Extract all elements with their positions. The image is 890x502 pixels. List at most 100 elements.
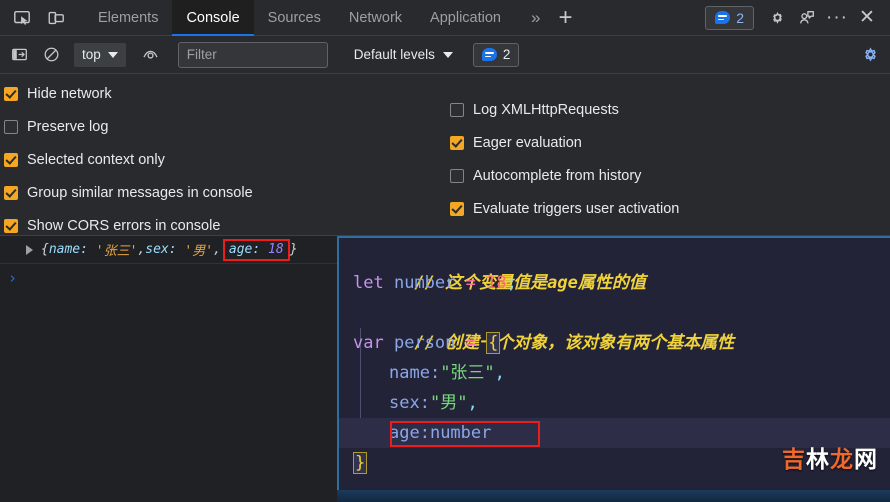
watermark-char-3: 龙 <box>830 447 854 473</box>
watermark-char-1: 吉 <box>782 447 806 473</box>
checkbox-checked-icon[interactable] <box>450 136 464 150</box>
object-value-age: 18 <box>268 241 284 257</box>
setting-eager-evaluation-label: Eager evaluation <box>473 135 582 151</box>
code-operator-assign: = <box>465 333 476 353</box>
setting-evaluate-triggers-label: Evaluate triggers user activation <box>473 201 680 217</box>
setting-hide-network[interactable]: Hide network <box>4 82 253 106</box>
code-open-brace: { <box>486 332 501 354</box>
object-open-brace: { <box>41 242 49 257</box>
setting-group-similar[interactable]: Group similar messages in console <box>4 181 253 205</box>
show-console-sidebar-icon[interactable] <box>6 42 32 68</box>
add-tab-icon[interactable]: + <box>550 0 580 36</box>
message-bubble-icon <box>481 48 497 61</box>
console-prompt-chevron-icon: › <box>8 269 18 287</box>
checkbox-unchecked-icon[interactable] <box>450 169 464 183</box>
setting-preserve-log[interactable]: Preserve log <box>4 115 253 139</box>
filter-input[interactable]: Filter <box>177 41 328 68</box>
device-toolbar-icon[interactable] <box>42 4 70 32</box>
object-key-name: name: <box>48 242 88 257</box>
tab-network-label: Network <box>348 9 403 26</box>
feedback-icon[interactable] <box>792 0 822 36</box>
object-key-sex: sex: <box>145 242 177 257</box>
code-line-prop-sex: sex:"男", <box>339 388 890 418</box>
code-var-number: number <box>393 273 456 293</box>
watermark-char-4: 网 <box>854 447 878 473</box>
code-line-let: let number = 18; <box>339 268 890 298</box>
checkbox-unchecked-icon[interactable] <box>4 120 18 134</box>
execution-context-selector[interactable]: top <box>74 42 126 67</box>
checkbox-checked-icon[interactable] <box>4 153 18 167</box>
setting-log-xhr[interactable]: Log XMLHttpRequests <box>450 98 679 122</box>
console-settings-gear-icon[interactable] <box>861 45 880 64</box>
tab-sources[interactable]: Sources <box>254 0 335 36</box>
settings-gear-icon[interactable] <box>762 0 792 36</box>
code-comma-2: , <box>467 393 478 413</box>
code-comma-1: , <box>494 363 505 383</box>
code-prop-key-age: age: <box>389 423 430 443</box>
setting-evaluate-triggers-user-activation[interactable]: Evaluate triggers user activation <box>450 197 679 221</box>
object-separator-2: , <box>213 242 221 257</box>
setting-eager-evaluation[interactable]: Eager evaluation <box>450 131 679 155</box>
checkbox-checked-icon[interactable] <box>4 87 18 101</box>
console-issues-count: 2 <box>502 47 511 62</box>
setting-preserve-log-label: Preserve log <box>27 119 109 135</box>
inspect-element-icon[interactable] <box>8 4 36 32</box>
devtools-window: Elements Console Sources Network Applica… <box>0 0 890 502</box>
log-levels-label: Default levels <box>353 47 435 62</box>
age-annotation-box: age: 18 <box>222 238 290 261</box>
tab-elements[interactable]: Elements <box>84 0 172 36</box>
code-operator-assign: = <box>465 273 476 293</box>
message-bubble-icon <box>715 11 731 24</box>
console-issues-badge[interactable]: 2 <box>472 42 520 67</box>
filter-input-placeholder: Filter <box>186 47 217 62</box>
checkbox-checked-icon[interactable] <box>4 186 18 200</box>
object-separator-1: , <box>137 242 146 257</box>
setting-selected-context-only[interactable]: Selected context only <box>4 148 253 172</box>
code-prop-val-name: "张三" <box>440 363 495 383</box>
object-value-name: '张三' <box>95 244 138 259</box>
chevron-double-right-icon[interactable]: » <box>521 0 550 36</box>
close-icon[interactable]: ✕ <box>852 0 882 36</box>
more-options-icon[interactable]: ··· <box>822 0 852 36</box>
setting-show-cors-errors-label: Show CORS errors in console <box>27 218 221 234</box>
tab-elements-label: Elements <box>98 9 159 26</box>
chevron-down-icon <box>442 51 453 58</box>
clear-console-icon[interactable] <box>38 42 64 68</box>
log-levels-dropdown[interactable]: Default levels <box>354 47 453 62</box>
setting-log-xhr-label: Log XMLHttpRequests <box>473 102 619 118</box>
object-value-sex: '男' <box>184 244 214 259</box>
code-number-18: 18 <box>486 273 507 293</box>
panel-tabs: Elements Console Sources Network Applica… <box>84 0 515 36</box>
checkbox-checked-icon[interactable] <box>450 202 464 216</box>
setting-autocomplete-history-label: Autocomplete from history <box>473 168 642 184</box>
watermark: 吉林龙网 <box>782 440 878 474</box>
object-key-age: age: <box>228 241 261 257</box>
chevron-down-icon <box>107 51 118 58</box>
devtools-tabbar: Elements Console Sources Network Applica… <box>0 0 890 36</box>
console-settings-panel: Hide network Preserve log Selected conte… <box>0 74 890 236</box>
tab-application[interactable]: Application <box>416 0 515 36</box>
issues-badge[interactable]: 2 <box>705 5 754 30</box>
tab-sources-label: Sources <box>267 9 321 26</box>
setting-group-similar-label: Group similar messages in console <box>27 185 253 201</box>
issues-badge-count: 2 <box>736 9 744 26</box>
object-close-brace: } <box>289 242 298 257</box>
watermark-char-2: 林 <box>806 447 830 473</box>
code-line-comment-2: // 创建一个对象，该对象有两个基本属性 <box>339 298 890 353</box>
checkbox-checked-icon[interactable] <box>4 219 18 233</box>
checkbox-unchecked-icon[interactable] <box>450 103 464 117</box>
tab-application-label: Application <box>430 9 501 26</box>
execution-context-label: top <box>82 47 101 62</box>
setting-show-cors-errors[interactable]: Show CORS errors in console <box>4 214 253 238</box>
tab-network[interactable]: Network <box>335 0 416 36</box>
setting-selected-context-only-label: Selected context only <box>27 152 165 168</box>
code-line-comment-1: // 这个变量值是age属性的值 <box>339 238 890 293</box>
code-line-var-person: var person = { <box>339 328 890 358</box>
code-keyword-var: var <box>353 333 384 353</box>
editor-bottom-strip <box>337 490 890 502</box>
tab-console[interactable]: Console <box>172 0 254 36</box>
disclosure-triangle-icon[interactable] <box>26 244 33 255</box>
create-live-expression-icon[interactable] <box>138 42 164 68</box>
code-prop-key-sex: sex: <box>389 393 430 413</box>
setting-autocomplete-history[interactable]: Autocomplete from history <box>450 164 679 188</box>
